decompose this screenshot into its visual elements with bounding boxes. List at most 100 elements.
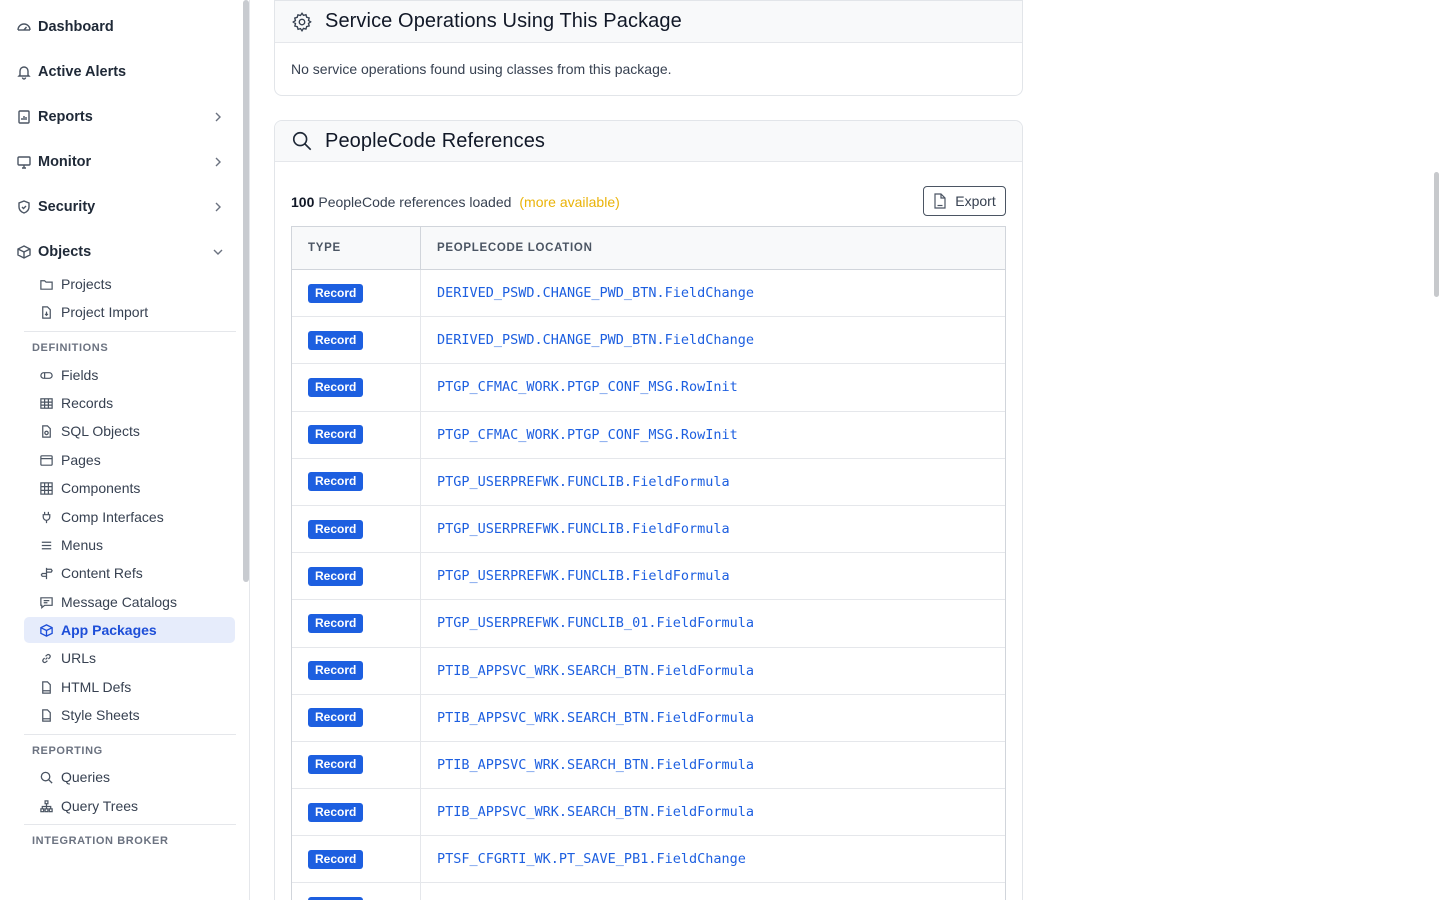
sidebar-item-objects[interactable]: Objects (0, 237, 240, 267)
sidebar-item-dashboard[interactable]: Dashboard (0, 12, 240, 42)
sidebar-item-queries[interactable]: Queries (24, 764, 235, 790)
table-header: TYPE PEOPLECODE LOCATION (292, 227, 1005, 270)
type-badge: Record (308, 425, 364, 445)
table-body: Record DERIVED_PSWD.CHANGE_PWD_BTN.FieldC… (292, 270, 1005, 900)
sql-file-icon (38, 423, 54, 439)
table-row: Record PTIB_APPSVC_WRK.SEARCH_BTN.FieldFo… (292, 789, 1005, 837)
peoplecode-location-link[interactable]: PTIB_APPSVC_WRK.SEARCH_BTN.FieldFormula (437, 710, 754, 726)
chevron-down-icon (210, 244, 226, 260)
type-badge: Record (308, 613, 364, 633)
sidebar-item-label: URLs (61, 650, 97, 666)
peoplecode-location-link[interactable]: PTGP_USERPREFWK.FUNCLIB.FieldFormula (437, 474, 730, 490)
type-badge: Record (308, 472, 364, 492)
bell-icon (16, 64, 32, 80)
table-row: Record PTGP_USERPREFWK.FUNCLIB.FieldFormu… (292, 505, 1005, 554)
file-import-icon (38, 304, 54, 320)
sidebar-item-style-sheets[interactable]: Style Sheets (24, 702, 235, 728)
type-cell: Record (292, 647, 421, 694)
location-cell: PTGP_CFMAC_WORK.PTGP_CONF_MSG.RowInit (421, 364, 1005, 410)
sidebar-item-label: Fields (61, 367, 99, 383)
type-cell: Record (292, 883, 421, 900)
sidebar-item-security[interactable]: Security (0, 192, 240, 222)
folder-icon (38, 276, 54, 292)
location-cell: PTIB_APPSVC_WRK.SEARCH_BTN.FieldFormula (421, 742, 1005, 788)
search-icon (291, 130, 313, 152)
location-cell: PTIB_APPSVC_WRK.SEARCH_BTN.FieldFormula (421, 648, 1005, 694)
signpost-icon (38, 565, 54, 581)
sidebar-item-label: HTML Defs (61, 679, 132, 695)
type-cell: Record (292, 458, 421, 505)
type-badge: Record (308, 330, 364, 350)
sidebar-item-active-alerts[interactable]: Active Alerts (0, 57, 240, 87)
gear-icon (291, 11, 313, 33)
peoplecode-location-link[interactable]: PTGP_USERPREFWK.FUNCLIB_01.FieldFormula (437, 615, 754, 631)
export-button[interactable]: Export (923, 186, 1006, 216)
sidebar-item-label: Pages (61, 452, 101, 468)
page-scrollbar[interactable] (1434, 172, 1439, 297)
table-row: Record PTIB_APPSVC_WRK.SEARCH_BTN.FieldFo… (292, 647, 1005, 695)
package-icon (38, 622, 54, 638)
peoplecode-location-link[interactable]: PTGP_USERPREFWK.FUNCLIB.FieldFormula (437, 521, 730, 537)
location-cell: PTGP_USERPREFWK.FUNCLIB.FieldFormula (421, 553, 1005, 599)
column-header-peoplecode-location[interactable]: PEOPLECODE LOCATION (421, 227, 1005, 269)
search-icon (38, 769, 54, 785)
field-icon (38, 367, 54, 383)
reference-count-suffix: PeopleCode references loaded (318, 194, 512, 210)
sidebar-item-label: Menus (61, 537, 104, 553)
sidebar-item-label: Style Sheets (61, 707, 140, 723)
divider (24, 824, 236, 825)
type-cell: Record (292, 741, 421, 789)
sidebar-item-label: Reports (38, 109, 93, 125)
peoplecode-location-link[interactable]: PTGP_USERPREFWK.FUNCLIB.FieldFormula (437, 568, 730, 584)
sidebar-item-menus[interactable]: Menus (24, 532, 235, 558)
table-row: Record DERIVED_PSWD.CHANGE_PWD_BTN.FieldC… (292, 270, 1005, 318)
peoplecode-references-card: PeopleCode References 100 PeopleCode ref… (274, 120, 1023, 900)
sidebar-item-projects[interactable]: Projects (24, 271, 235, 297)
sidebar-item-app-packages[interactable]: App Packages (24, 617, 235, 643)
sidebar-item-query-trees[interactable]: Query Trees (24, 793, 235, 819)
shield-icon (16, 199, 32, 215)
peoplecode-location-link[interactable]: PTGP_CFMAC_WORK.PTGP_CONF_MSG.RowInit (437, 379, 738, 395)
peoplecode-location-link[interactable]: PTSF_CFGRTI_WK.PT_SAVE_PB1.FieldChange (437, 851, 746, 867)
sidebar-item-monitor[interactable]: Monitor (0, 147, 240, 177)
export-button-label: Export (955, 193, 996, 209)
type-cell: Record (292, 789, 421, 836)
sidebar-item-label: Comp Interfaces (61, 509, 164, 525)
sidebar-item-urls[interactable]: URLs (24, 645, 235, 671)
sidebar-item-pages[interactable]: Pages (24, 447, 235, 473)
sidebar-item-sql-objects[interactable]: SQL Objects (24, 418, 235, 444)
peoplecode-location-link[interactable]: PTIB_APPSVC_WRK.SEARCH_BTN.FieldFormula (437, 757, 754, 773)
sidebar-item-content-refs[interactable]: Content Refs (24, 560, 235, 586)
sidebar-scrollbar[interactable] (243, 0, 249, 582)
peoplecode-location-link[interactable]: DERIVED_PSWD.CHANGE_PWD_BTN.FieldChange (437, 285, 754, 301)
sidebar-item-html-defs[interactable]: HTML Defs (24, 674, 235, 700)
table-row: Record PTGP_CFMAC_WORK.PTGP_CONF_MSG.RowI… (292, 364, 1005, 412)
table-row: Record PTIB_APPSVC_WRK.SEARCH_BTN.FieldFo… (292, 741, 1005, 790)
table-row: Record (292, 883, 1005, 900)
sidebar-item-reports[interactable]: Reports (0, 102, 240, 132)
type-badge: Record (308, 519, 364, 539)
section-label-integration-broker: INTEGRATION BROKER (32, 835, 169, 847)
sidebar-item-message-catalogs[interactable]: Message Catalogs (24, 589, 235, 615)
peoplecode-location-link[interactable]: PTIB_APPSVC_WRK.SEARCH_BTN.FieldFormula (437, 804, 754, 820)
report-icon (16, 109, 32, 125)
chevron-right-icon (210, 154, 226, 170)
type-cell: Record (292, 364, 421, 411)
peoplecode-location-link[interactable]: DERIVED_PSWD.CHANGE_PWD_BTN.FieldChange (437, 332, 754, 348)
sidebar-item-comp-interfaces[interactable]: Comp Interfaces (24, 504, 235, 530)
type-badge: Record (308, 802, 364, 822)
sidebar-item-fields[interactable]: Fields (24, 362, 235, 388)
table-row: Record PTGP_USERPREFWK.FUNCLIB.FieldFormu… (292, 553, 1005, 601)
column-header-type[interactable]: TYPE (292, 227, 421, 269)
dashboard-icon (16, 19, 32, 35)
peoplecode-location-link[interactable]: PTGP_CFMAC_WORK.PTGP_CONF_MSG.RowInit (437, 427, 738, 443)
sidebar-item-label: Objects (38, 244, 92, 260)
peoplecode-location-link[interactable]: PTIB_APPSVC_WRK.SEARCH_BTN.FieldFormula (437, 663, 754, 679)
sidebar-item-label: Content Refs (61, 565, 143, 581)
table-row: Record DERIVED_PSWD.CHANGE_PWD_BTN.FieldC… (292, 317, 1005, 365)
monitor-icon (16, 154, 32, 170)
sidebar-item-label: Security (38, 199, 96, 215)
sidebar-item-components[interactable]: Components (24, 475, 235, 501)
sidebar-item-records[interactable]: Records (24, 390, 235, 416)
sidebar-item-project-import[interactable]: Project Import (24, 299, 235, 325)
